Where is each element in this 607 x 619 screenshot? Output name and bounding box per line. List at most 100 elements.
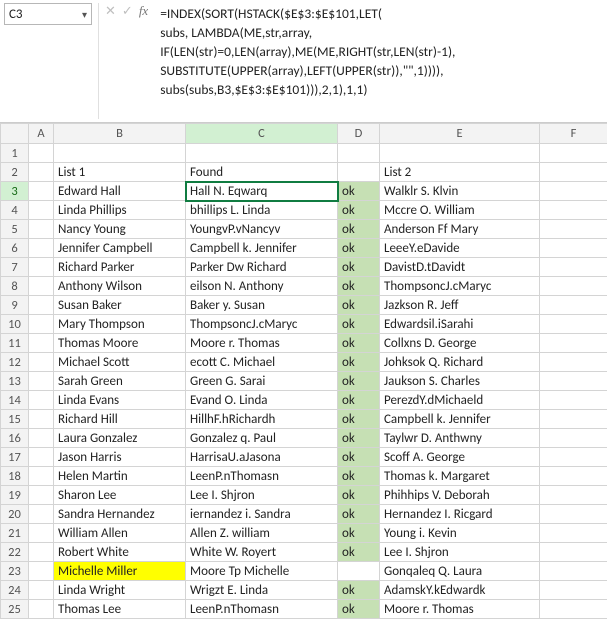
cell-B20[interactable]: Sandra Hernandez xyxy=(54,505,186,524)
cell-A3[interactable] xyxy=(29,182,54,201)
cell-B14[interactable]: Linda Evans xyxy=(54,391,186,410)
col-header-B[interactable]: B xyxy=(54,124,186,144)
cell-C6[interactable]: Campbell k. Jennifer xyxy=(186,239,338,258)
cell-A13[interactable] xyxy=(29,372,54,391)
row-header[interactable]: 6 xyxy=(1,239,29,258)
cell-A25[interactable] xyxy=(29,600,54,619)
cell-F5[interactable] xyxy=(540,220,607,239)
cell-F20[interactable] xyxy=(540,505,607,524)
row-header[interactable]: 9 xyxy=(1,296,29,315)
cell-E19[interactable]: Phihhips V. Deborah xyxy=(380,486,540,505)
cell-D24[interactable]: ok xyxy=(338,581,380,600)
cell-A11[interactable] xyxy=(29,334,54,353)
cell-B9[interactable]: Susan Baker xyxy=(54,296,186,315)
cell-B19[interactable]: Sharon Lee xyxy=(54,486,186,505)
cell-E10[interactable]: Edwardsil.iSarahi xyxy=(380,315,540,334)
cell-B18[interactable]: Helen Martin xyxy=(54,467,186,486)
cell-A2[interactable] xyxy=(29,163,54,182)
cell-D1[interactable] xyxy=(338,144,380,163)
cell-D2[interactable] xyxy=(338,163,380,182)
cell-A8[interactable] xyxy=(29,277,54,296)
cell-B2[interactable]: List 1 xyxy=(54,163,186,182)
row-header[interactable]: 22 xyxy=(1,543,29,562)
cell-F13[interactable] xyxy=(540,372,607,391)
row-header[interactable]: 5 xyxy=(1,220,29,239)
cell-A23[interactable] xyxy=(29,562,54,581)
row-header[interactable]: 19 xyxy=(1,486,29,505)
cell-D13[interactable]: ok xyxy=(338,372,380,391)
col-header-E[interactable]: E xyxy=(380,124,540,144)
cell-B12[interactable]: Michael Scott xyxy=(54,353,186,372)
cell-B21[interactable]: William Allen xyxy=(54,524,186,543)
cell-C16[interactable]: Gonzalez q. Paul xyxy=(186,429,338,448)
cell-D25[interactable]: ok xyxy=(338,600,380,619)
cell-E3[interactable]: Walklr S. Klvin xyxy=(380,182,540,201)
cell-C5[interactable]: YoungvP.vNancyv xyxy=(186,220,338,239)
row-header[interactable]: 24 xyxy=(1,581,29,600)
cell-E14[interactable]: PerezdY.dMichaeld xyxy=(380,391,540,410)
cell-B22[interactable]: Robert White xyxy=(54,543,186,562)
row-header[interactable]: 25 xyxy=(1,600,29,619)
cell-B7[interactable]: Richard Parker xyxy=(54,258,186,277)
cell-A4[interactable] xyxy=(29,201,54,220)
cell-E22[interactable]: Lee I. Shjron xyxy=(380,543,540,562)
cell-B24[interactable]: Linda Wright xyxy=(54,581,186,600)
cell-C25[interactable]: LeenP.nThomasn xyxy=(186,600,338,619)
row-header[interactable]: 20 xyxy=(1,505,29,524)
row-header[interactable]: 17 xyxy=(1,448,29,467)
cell-F10[interactable] xyxy=(540,315,607,334)
cell-A18[interactable] xyxy=(29,467,54,486)
cell-F16[interactable] xyxy=(540,429,607,448)
cell-D16[interactable]: ok xyxy=(338,429,380,448)
cell-C22[interactable]: White W. Royert xyxy=(186,543,338,562)
cell-A6[interactable] xyxy=(29,239,54,258)
cell-F22[interactable] xyxy=(540,543,607,562)
cell-F17[interactable] xyxy=(540,448,607,467)
cell-F1[interactable] xyxy=(540,144,607,163)
cell-E1[interactable] xyxy=(380,144,540,163)
cell-F19[interactable] xyxy=(540,486,607,505)
cell-C11[interactable]: Moore r. Thomas xyxy=(186,334,338,353)
cell-C1[interactable] xyxy=(186,144,338,163)
cell-F7[interactable] xyxy=(540,258,607,277)
cell-B16[interactable]: Laura Gonzalez xyxy=(54,429,186,448)
cell-B23[interactable]: Michelle Miller xyxy=(54,562,186,581)
cell-A20[interactable] xyxy=(29,505,54,524)
cell-F9[interactable] xyxy=(540,296,607,315)
cell-B8[interactable]: Anthony Wilson xyxy=(54,277,186,296)
accept-icon[interactable]: ✓ xyxy=(122,4,133,19)
cell-B3[interactable]: Edward Hall xyxy=(54,182,186,201)
cell-B4[interactable]: Linda Phillips xyxy=(54,201,186,220)
cell-C19[interactable]: Lee I. Shjron xyxy=(186,486,338,505)
cell-B6[interactable]: Jennifer Campbell xyxy=(54,239,186,258)
cell-C2[interactable]: Found xyxy=(186,163,338,182)
cell-B25[interactable]: Thomas Lee xyxy=(54,600,186,619)
cell-B1[interactable] xyxy=(54,144,186,163)
fx-icon[interactable]: fx xyxy=(139,3,148,19)
cell-E4[interactable]: Mccre O. William xyxy=(380,201,540,220)
cell-A9[interactable] xyxy=(29,296,54,315)
cell-E25[interactable]: Moore r. Thomas xyxy=(380,600,540,619)
cell-B13[interactable]: Sarah Green xyxy=(54,372,186,391)
formula-input[interactable]: =INDEX(SORT(HSTACK($E$3:$E$101,LET( subs… xyxy=(154,0,607,99)
col-header-C[interactable]: C xyxy=(186,124,338,144)
cell-F15[interactable] xyxy=(540,410,607,429)
cell-E13[interactable]: Jaukson S. Charles xyxy=(380,372,540,391)
cell-A15[interactable] xyxy=(29,410,54,429)
cell-A1[interactable] xyxy=(29,144,54,163)
cell-D11[interactable]: ok xyxy=(338,334,380,353)
cell-C24[interactable]: Wrigzt E. Linda xyxy=(186,581,338,600)
cell-E20[interactable]: Hernandez I. Ricgard xyxy=(380,505,540,524)
cell-C23[interactable]: Moore Tp Michelle xyxy=(186,562,338,581)
spreadsheet-grid[interactable]: ABCDEF 12List 1FoundList 23Edward HallHa… xyxy=(0,123,607,619)
row-header[interactable]: 10 xyxy=(1,315,29,334)
cell-A5[interactable] xyxy=(29,220,54,239)
col-header-A[interactable]: A xyxy=(29,124,54,144)
cell-D17[interactable]: ok xyxy=(338,448,380,467)
cell-C15[interactable]: HillhF.hRichardh xyxy=(186,410,338,429)
chevron-down-icon[interactable]: ▾ xyxy=(82,8,87,21)
cell-B11[interactable]: Thomas Moore xyxy=(54,334,186,353)
cell-F25[interactable] xyxy=(540,600,607,619)
cell-E18[interactable]: Thomas k. Margaret xyxy=(380,467,540,486)
cell-E6[interactable]: LeeeY.eDavide xyxy=(380,239,540,258)
